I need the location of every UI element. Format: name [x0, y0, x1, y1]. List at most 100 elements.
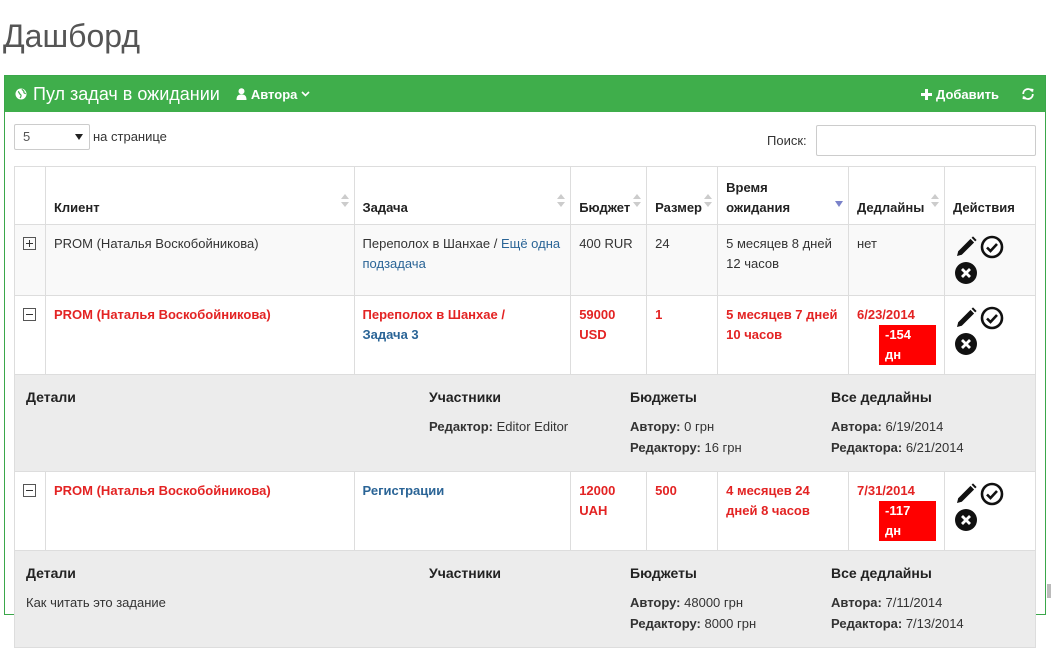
- globe-icon: [15, 88, 27, 100]
- user-icon: [236, 88, 247, 100]
- tasks-table: Клиент Задача Бюджет Размер Время ожидани…: [14, 166, 1036, 648]
- chevron-down-icon: [301, 91, 310, 97]
- sort-icon: [341, 194, 349, 208]
- collapse-toggle[interactable]: [23, 484, 36, 497]
- window-resize-handle[interactable]: [1047, 584, 1051, 598]
- col-actions: Действия: [944, 167, 1035, 225]
- size-cell: 500: [647, 472, 718, 551]
- size-cell: 24: [647, 225, 718, 296]
- panel-title-text: Пул задач в ожидании: [33, 84, 220, 105]
- participants-section: Участники: [429, 563, 501, 592]
- search-input[interactable]: [816, 125, 1036, 156]
- budget-editor: Редактору: 16 грн: [630, 437, 742, 458]
- task-prefix: Переполох в Шанхае /: [363, 236, 501, 251]
- pending-tasks-panel: Пул задач в ожидании Автора Добавить 5 н…: [4, 75, 1046, 615]
- budgets-heading: Бюджеты: [630, 387, 742, 407]
- col-expander: [15, 167, 46, 225]
- details-heading: Детали: [26, 387, 76, 407]
- task-link[interactable]: Задача 3: [363, 327, 419, 342]
- budget-currency: USD: [579, 327, 606, 342]
- add-button[interactable]: Добавить: [921, 87, 999, 102]
- table-row: PROM (Наталья Воскобойникова) Регистраци…: [15, 472, 1036, 551]
- sort-icon: [557, 194, 565, 208]
- client-cell: PROM (Наталья Воскобойникова): [45, 472, 354, 551]
- size-cell: 1: [647, 296, 718, 375]
- details-cell: Детали Как читать это задание Участники …: [15, 551, 1036, 648]
- delete-button[interactable]: [953, 507, 979, 533]
- expander-cell: [15, 225, 46, 296]
- approve-button[interactable]: [979, 234, 1005, 260]
- budget-currency: UAH: [579, 503, 607, 518]
- table-row: PROM (Наталья Воскобойникова) Переполох …: [15, 296, 1036, 375]
- participants-section: Участники Редактор: Editor Editor: [429, 387, 568, 437]
- approve-button[interactable]: [979, 305, 1005, 331]
- col-client[interactable]: Клиент: [45, 167, 354, 225]
- budget-cell: 59000 USD: [571, 296, 647, 375]
- table-row: PROM (Наталья Воскобойникова) Переполох …: [15, 225, 1036, 296]
- budget-author: Автору: 0 грн: [630, 416, 742, 437]
- page-length-value: 5: [23, 129, 30, 144]
- col-client-label: Клиент: [54, 200, 100, 215]
- col-size-label: Размер: [655, 200, 702, 215]
- budget-editor-label: Редактору:: [630, 440, 701, 455]
- delete-button[interactable]: [953, 331, 979, 357]
- col-wait[interactable]: Время ожидания: [718, 167, 849, 225]
- budget-editor-value: 8000 грн: [704, 616, 756, 631]
- budget-author: Автору: 48000 грн: [630, 592, 756, 613]
- plus-icon: [921, 89, 932, 100]
- deadline-cell: 6/23/2014-154 дн: [849, 296, 945, 375]
- budget-editor-value: 16 грн: [704, 440, 741, 455]
- refresh-button[interactable]: [1021, 87, 1035, 101]
- col-size[interactable]: Размер: [647, 167, 718, 225]
- budgets-section: Бюджеты Автору: 48000 грн Редактору: 800…: [630, 563, 756, 634]
- table-controls: 5 на странице Поиск:: [5, 112, 1045, 164]
- participant-editor: Редактор: Editor Editor: [429, 416, 568, 437]
- panel-title: Пул задач в ожидании: [15, 84, 220, 105]
- col-deadlines-label: Дедлайны: [857, 200, 924, 215]
- check-circle-icon: [980, 482, 1004, 506]
- user-filter-label: Автора: [251, 87, 298, 102]
- budget-cell: 400 RUR: [571, 225, 647, 296]
- col-budget[interactable]: Бюджет: [571, 167, 647, 225]
- all-deadlines-heading: Все дедлайны: [831, 563, 964, 583]
- task-link[interactable]: Регистрации: [363, 483, 445, 498]
- page-title: Дашборд: [3, 18, 140, 55]
- wait-cell: 5 месяцев 7 дней 10 часов: [718, 296, 849, 375]
- col-deadlines[interactable]: Дедлайны: [849, 167, 945, 225]
- sort-desc-icon: [835, 201, 843, 207]
- budget-editor-label: Редактору:: [630, 616, 701, 631]
- details-row: Детали Как читать это задание Участники …: [15, 551, 1036, 648]
- details-row: Детали Участники Редактор: Editor Editor…: [15, 375, 1036, 472]
- deadline-author-label: Автора:: [831, 419, 882, 434]
- page-length-label: на странице: [93, 129, 167, 144]
- page-length-select[interactable]: 5: [14, 124, 90, 150]
- deadline-editor-label: Редактора:: [831, 616, 902, 631]
- details-section: Детали: [26, 387, 76, 416]
- deadline-author-value: 7/11/2014: [885, 595, 942, 610]
- edit-button[interactable]: [953, 481, 979, 507]
- expander-cell: [15, 472, 46, 551]
- col-task[interactable]: Задача: [354, 167, 571, 225]
- deadline-author: Автора: 6/19/2014: [831, 416, 964, 437]
- col-wait-label-1: Время: [726, 180, 768, 195]
- participant-editor-value: Editor Editor: [497, 419, 569, 434]
- approve-button[interactable]: [979, 481, 1005, 507]
- delete-button[interactable]: [953, 260, 979, 286]
- participants-heading: Участники: [429, 563, 501, 583]
- pencil-icon: [954, 482, 978, 506]
- edit-button[interactable]: [953, 305, 979, 331]
- budget-amount: 59000: [579, 307, 615, 322]
- task-prefix: Переполох в Шанхае /: [363, 307, 505, 322]
- deadline-author: Автора: 7/11/2014: [831, 592, 964, 613]
- edit-button[interactable]: [953, 234, 979, 260]
- task-cell: Переполох в Шанхае / Задача 3: [354, 296, 571, 375]
- all-deadlines-section: Все дедлайны Автора: 6/19/2014 Редактора…: [831, 387, 964, 458]
- deadline-editor: Редактора: 6/21/2014: [831, 437, 964, 458]
- details-heading: Детали: [26, 563, 166, 583]
- x-circle-icon: [954, 508, 978, 532]
- select-caret-icon: [75, 134, 83, 140]
- user-filter-dropdown[interactable]: Автора: [236, 87, 311, 102]
- col-wait-label-2: ожидания: [726, 200, 790, 215]
- expand-toggle[interactable]: [23, 237, 36, 250]
- collapse-toggle[interactable]: [23, 308, 36, 321]
